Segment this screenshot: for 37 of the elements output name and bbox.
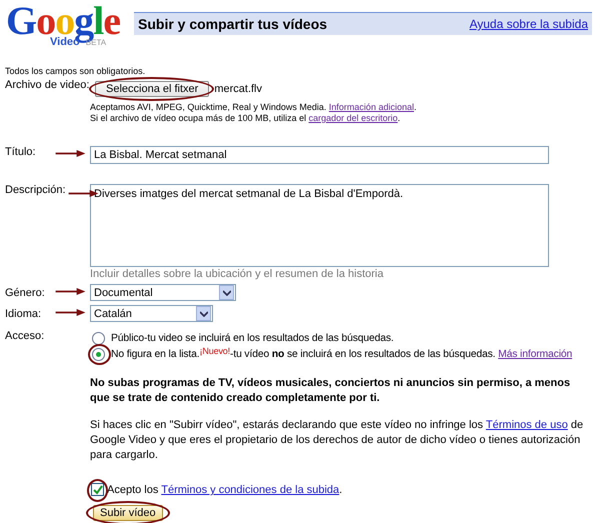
- chevron-down-icon: [200, 310, 208, 316]
- field-label: Acceso:: [5, 330, 44, 342]
- terms-link[interactable]: Términos de uso: [486, 419, 568, 431]
- declaration-text: Si haces clic en "Subirr vídeo", estarás declarando que este vídeo no infringe los Términos de uso de Google Video y que eres el propietario de los derechos de autor de dicho vídeo o tienes autorización para cargarlo.: [89, 418, 584, 463]
- help-link[interactable]: Ayuda sobre la subida: [469, 17, 588, 31]
- field-label: Género:: [5, 286, 45, 298]
- upload-button[interactable]: Subir vídeo: [93, 504, 163, 520]
- page-title: Subir y compartir tus vídeos: [138, 16, 328, 32]
- field-label: Archivo de video:: [5, 79, 90, 91]
- description-field[interactable]: Diverses imatges del mercat setmanal de La Bisbal d'Empordà.: [90, 184, 549, 267]
- new-label: ¡Nuevo!: [200, 346, 230, 356]
- file-name: mercat.flv: [214, 83, 262, 95]
- required-note: Todos los campos son obligatorios.: [4, 65, 146, 76]
- info-link[interactable]: cargador del escritorio: [308, 113, 398, 123]
- dropdown[interactable]: Catalán: [90, 305, 213, 322]
- choose-file-button[interactable]: Selecciona el fitxer: [95, 81, 210, 97]
- more-info-link[interactable]: Más información: [498, 348, 572, 360]
- terms-text: Acepto los Términos y condiciones de la subida.: [107, 484, 342, 496]
- option-label: Público: [111, 332, 144, 344]
- help-text: Aceptamos AVI, MPEG, Quicktime, Real y Windows Media. Información adicional.: [90, 102, 418, 113]
- radio-button[interactable]: [92, 348, 105, 360]
- help-text: Si el archivo de vídeo ocupa más de 100 MB, utiliza el cargador del escritorio.: [90, 113, 402, 124]
- title-field[interactable]: La Bisbal. Mercat setmanal: [90, 146, 549, 164]
- field-label: Idioma:: [5, 308, 42, 320]
- terms-link[interactable]: Términos y condiciones de la subida: [161, 484, 340, 496]
- field-label: Descripción:: [5, 184, 66, 196]
- field-label: Título:: [5, 146, 36, 158]
- warning-text: No subas programas de TV, vídeos musicales, conciertos ni anuncios sin permiso, a menos que se trate de contenido creado completamente por ti.: [89, 376, 572, 406]
- chevron-down-icon: [222, 290, 230, 296]
- option-label: No figura en la lista.: [111, 348, 200, 360]
- option-description: -tu video se incluirá en los resultados de las búsquedas.: [144, 332, 394, 344]
- option-description: -tu vídeo no se incluirá en los resultados de las búsquedas.: [230, 348, 496, 360]
- radio-button[interactable]: [92, 332, 105, 344]
- checkbox[interactable]: [91, 483, 104, 496]
- dropdown[interactable]: Documental: [90, 284, 236, 301]
- info-link[interactable]: Información adicional: [328, 102, 414, 112]
- field-hint: Incluir detalles sobre la ubicación y el resumen de la historia: [90, 268, 384, 280]
